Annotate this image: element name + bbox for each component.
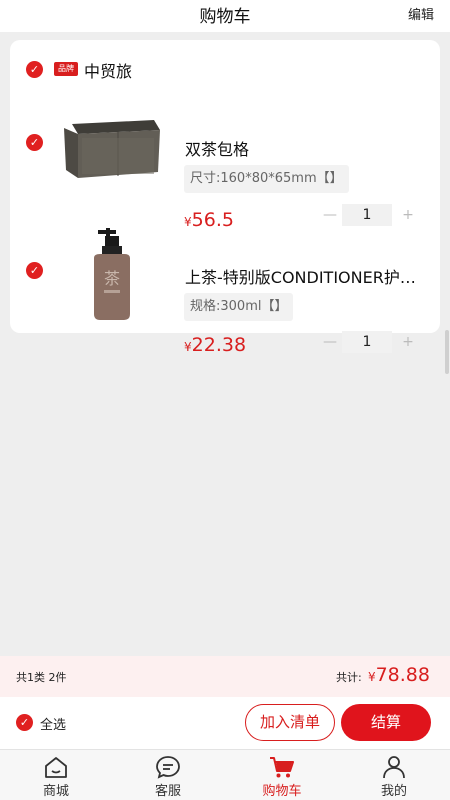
total-price: ¥78.88 <box>368 664 430 686</box>
bottom-tab-bar: 商城 客服 购物车 我的 <box>0 749 450 800</box>
tab-label: 客服 <box>154 784 181 799</box>
pump-bottle-image: 茶 <box>58 214 166 324</box>
product-name[interactable]: 双茶包格 <box>185 136 420 160</box>
home-icon <box>45 757 67 778</box>
scrollbar[interactable] <box>445 330 449 374</box>
quantity-stepper: — 1 + <box>318 331 418 353</box>
top-bar: 购物车 编辑 <box>0 0 450 32</box>
cart-item: ✓ 双茶包格 尺寸:160*80*65mm【】 ¥56.5 — 1 + <box>10 96 440 231</box>
brand-badge: 品牌 <box>54 62 78 76</box>
tab-service[interactable]: 客服 <box>112 750 224 800</box>
cart-item: ✓ 茶 上茶-特别版CONDITIONER护发素 规格:300ml【】 ¥22.… <box>10 210 440 356</box>
checkout-button[interactable]: 结算 <box>341 704 431 741</box>
item-count: 共1类 2件 <box>16 671 67 684</box>
increase-button[interactable]: + <box>400 331 416 353</box>
add-to-list-button[interactable]: 加入清单 <box>245 704 335 741</box>
chat-icon <box>156 756 180 779</box>
tab-label: 我的 <box>380 784 407 799</box>
tab-profile[interactable]: 我的 <box>338 750 450 800</box>
item-select-checkbox[interactable]: ✓ <box>26 134 43 151</box>
tab-label: 购物车 <box>262 784 302 799</box>
quantity-input[interactable]: 1 <box>342 331 392 353</box>
edit-button[interactable]: 编辑 <box>408 4 434 23</box>
product-name[interactable]: 上茶-特别版CONDITIONER护发素 <box>185 264 420 288</box>
currency-symbol: ¥ <box>367 670 376 684</box>
shop-header: ✓ 品牌 中贸旅 <box>10 40 440 96</box>
checkout-bar: ✓ 全选 加入清单 结算 <box>0 697 450 749</box>
total-value: 78.88 <box>375 664 430 686</box>
tea-box-image <box>58 100 166 200</box>
cart-icon <box>270 757 294 778</box>
product-price: ¥22.38 <box>184 334 246 356</box>
item-select-checkbox[interactable]: ✓ <box>26 262 43 279</box>
tab-cart[interactable]: 购物车 <box>226 750 338 800</box>
total-label: 共计: <box>336 671 362 684</box>
user-icon <box>383 756 405 779</box>
select-all-label[interactable]: 全选 <box>40 714 66 733</box>
shop-select-checkbox[interactable]: ✓ <box>26 61 43 78</box>
product-image-tea-box[interactable] <box>58 100 166 208</box>
tab-label: 商城 <box>42 784 69 799</box>
tab-home[interactable]: 商城 <box>0 750 112 800</box>
svg-text:茶: 茶 <box>104 269 120 288</box>
product-image-bottle[interactable]: 茶 <box>58 214 166 324</box>
order-summary: 共1类 2件 共计: ¥78.88 <box>0 656 450 697</box>
product-spec[interactable]: 规格:300ml【】 <box>184 293 294 321</box>
page-title: 购物车 <box>199 7 251 27</box>
cart-shop-card: ✓ 品牌 中贸旅 ✓ 双茶包格 尺寸:160*80*65mm【】 ¥56.5 —… <box>10 40 440 356</box>
currency-symbol: ¥ <box>184 340 192 354</box>
shop-name[interactable]: 中贸旅 <box>84 58 132 82</box>
decrease-button[interactable]: — <box>322 331 338 353</box>
select-all-checkbox[interactable]: ✓ <box>16 714 33 731</box>
product-spec[interactable]: 尺寸:160*80*65mm【】 <box>184 165 349 193</box>
price-value: 22.38 <box>191 334 247 356</box>
